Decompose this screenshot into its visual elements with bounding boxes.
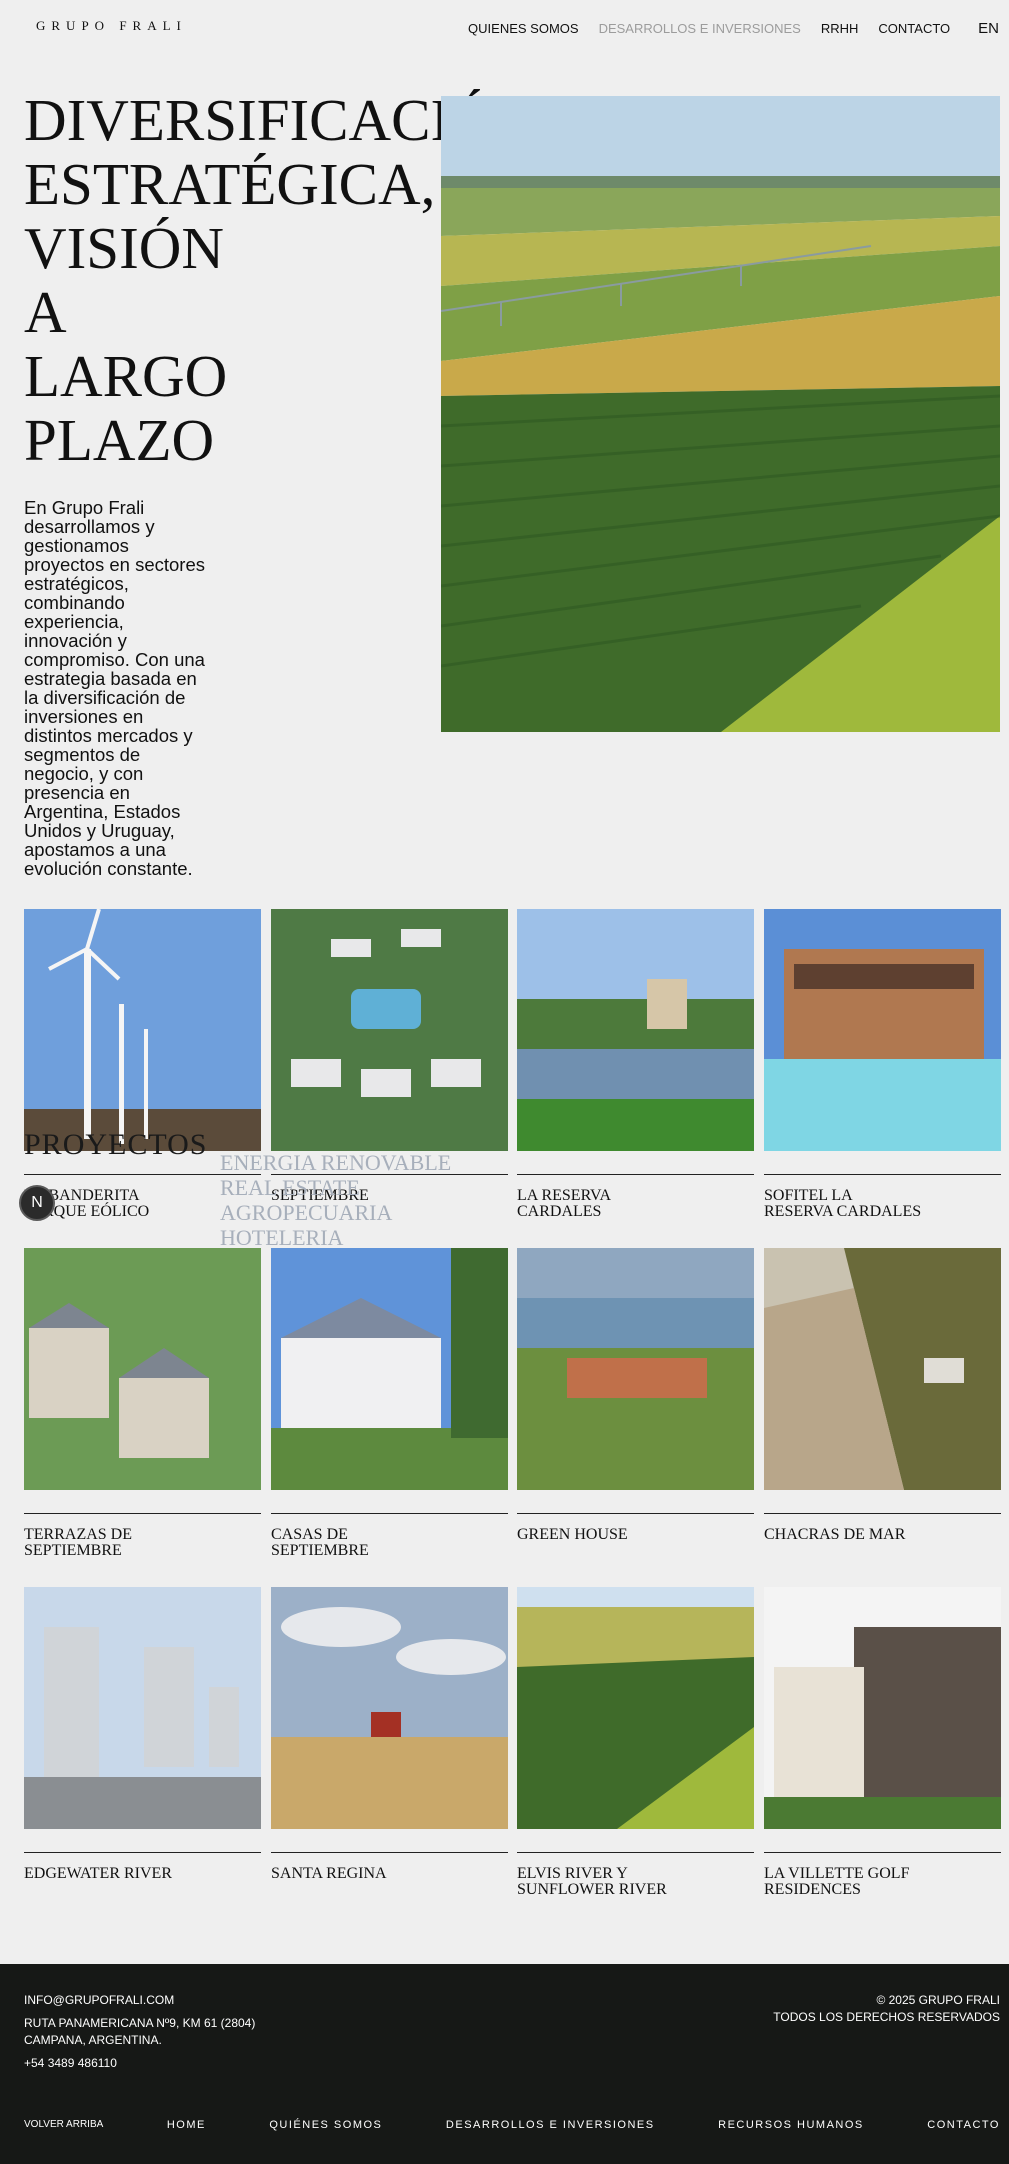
card-divider <box>764 1513 1001 1514</box>
card-divider <box>271 1852 508 1853</box>
card-divider <box>517 1513 754 1514</box>
dunes-image[interactable] <box>764 1248 1001 1490</box>
project-card[interactable]: LA VILLETTE GOLF RESIDENCES <box>764 1587 1001 1898</box>
lake-houses-image[interactable] <box>517 909 754 1151</box>
footer-address-2: CAMPANA, ARGENTINA. <box>24 2033 162 2047</box>
footer-contact: INFO@GRUPOFRALI.COM RUTA PANAMERICANA Nº… <box>24 1992 255 2072</box>
project-card[interactable]: LA RESERVA CARDALES <box>517 909 754 1220</box>
project-card[interactable]: ELVIS RIVER Y SUNFLOWER RIVER <box>517 1587 754 1898</box>
footer-nav-desarrollos[interactable]: DESARROLLOS E INVERSIONES <box>446 2119 655 2131</box>
project-filters: ENERGIA RENOVABLE REAL ESTATE AGROPECUAR… <box>220 1150 451 1250</box>
project-name[interactable]: SOFITEL LA RESERVA CARDALES <box>764 1188 1001 1220</box>
project-name[interactable]: SANTA REGINA <box>271 1866 508 1882</box>
project-name-line: LA RESERVA <box>517 1187 611 1204</box>
aerial-neighborhood-image[interactable] <box>271 909 508 1151</box>
project-name-line: SANTA REGINA <box>271 1865 387 1882</box>
project-name[interactable]: CHACRAS DE MAR <box>764 1527 1001 1543</box>
filter-hoteleria[interactable]: HOTELERIA <box>220 1225 451 1250</box>
nav-desarrollos[interactable]: DESARROLLOS E INVERSIONES <box>599 21 801 36</box>
language-switch[interactable]: EN <box>978 20 999 37</box>
project-card[interactable]: TERRAZAS DE SEPTIEMBRE <box>24 1248 261 1559</box>
harvester-image[interactable] <box>271 1587 508 1829</box>
project-name-line: SUNFLOWER RIVER <box>517 1881 667 1898</box>
footer-back-to-top[interactable]: VOLVER ARRIBA <box>24 2119 103 2131</box>
filter-agropecuaria[interactable]: AGROPECUARIA <box>220 1200 451 1225</box>
card-divider <box>24 1513 261 1514</box>
hero-title: DIVERSIFICACIÓN ESTRATÉGICA, VISIÓN A LA… <box>24 87 536 473</box>
hero-description: En Grupo Frali desarrollamos y gestionam… <box>24 498 205 879</box>
card-divider <box>764 1174 1001 1175</box>
project-name-line: SOFITEL LA <box>764 1187 853 1204</box>
footer-rights: TODOS LOS DERECHOS RESERVADOS <box>773 2010 1000 2024</box>
project-name[interactable]: LA RESERVA CARDALES <box>517 1188 754 1220</box>
project-name[interactable]: GREEN HOUSE <box>517 1527 754 1543</box>
card-divider <box>271 1513 508 1514</box>
footer-address-1: RUTA PANAMERICANA Nº9, KM 61 (2804) <box>24 2016 256 2030</box>
project-card[interactable]: SOFITEL LA RESERVA CARDALES <box>764 909 1001 1220</box>
project-name-line: ELVIS RIVER Y <box>517 1865 628 1882</box>
hero-title-line: PLAZO <box>24 407 215 473</box>
project-name-line: SEPTIEMBRE <box>24 1542 122 1559</box>
project-name-line: LA VILLETTE GOLF <box>764 1865 910 1882</box>
hero-farmland-image <box>441 96 1000 732</box>
footer-copyright: © 2025 GRUPO FRALI <box>876 1993 1000 2007</box>
project-card[interactable]: GREEN HOUSE <box>517 1248 754 1543</box>
site-footer: INFO@GRUPOFRALI.COM RUTA PANAMERICANA Nº… <box>0 1964 1009 2164</box>
project-name-line: EDGEWATER RIVER <box>24 1865 172 1882</box>
project-name-line: TERRAZAS DE <box>24 1526 132 1543</box>
footer-nav-rrhh[interactable]: RECURSOS HUMANOS <box>718 2119 864 2131</box>
project-name[interactable]: EDGEWATER RIVER <box>24 1866 261 1882</box>
footer-phone[interactable]: +54 3489 486110 <box>24 2055 255 2072</box>
stone-residence-image[interactable] <box>764 1587 1001 1829</box>
project-name-line: RESERVA CARDALES <box>764 1203 922 1220</box>
project-name-line: CHACRAS DE MAR <box>764 1526 906 1543</box>
project-name[interactable]: TERRAZAS DE SEPTIEMBRE <box>24 1527 261 1559</box>
project-name-line: SEPTIEMBRE <box>271 1542 369 1559</box>
project-name[interactable]: CASAS DE SEPTIEMBRE <box>271 1527 508 1559</box>
project-name-line: RESIDENCES <box>764 1881 861 1898</box>
project-name-line: CARDALES <box>517 1203 602 1220</box>
filter-energia-renovable[interactable]: ENERGIA RENOVABLE <box>220 1150 451 1175</box>
project-card[interactable]: CHACRAS DE MAR <box>764 1248 1001 1543</box>
project-card[interactable]: EDGEWATER RIVER <box>24 1587 261 1882</box>
filter-real-estate[interactable]: REAL ESTATE <box>220 1175 451 1200</box>
card-divider <box>24 1852 261 1853</box>
project-card[interactable]: CASAS DE SEPTIEMBRE <box>271 1248 508 1559</box>
footer-nav-home[interactable]: HOME <box>167 2119 206 2131</box>
footer-nav: VOLVER ARRIBA HOME QUIÉNES SOMOS DESARRO… <box>24 2119 1000 2131</box>
footer-legal: © 2025 GRUPO FRALI TODOS LOS DERECHOS RE… <box>773 1992 1000 2026</box>
site-logo[interactable]: GRUPO FRALI <box>36 18 187 34</box>
main-nav: QUIENES SOMOS DESARROLLOS E INVERSIONES … <box>468 20 1009 37</box>
project-card[interactable]: SANTA REGINA <box>271 1587 508 1882</box>
n-badge[interactable]: N <box>19 1185 55 1221</box>
townhouses-image[interactable] <box>24 1248 261 1490</box>
nav-contacto[interactable]: CONTACTO <box>878 21 950 36</box>
card-divider <box>517 1174 754 1175</box>
card-divider <box>517 1852 754 1853</box>
hero-title-line: ESTRATÉGICA, <box>24 151 436 217</box>
project-name[interactable]: ELVIS RIVER Y SUNFLOWER RIVER <box>517 1866 754 1898</box>
hotel-pool-image[interactable] <box>764 909 1001 1151</box>
hero-title-line: VISIÓN <box>24 215 224 281</box>
white-house-image[interactable] <box>271 1248 508 1490</box>
crop-fields-image[interactable] <box>517 1587 754 1829</box>
footer-nav-quienes-somos[interactable]: QUIÉNES SOMOS <box>269 2119 382 2131</box>
nav-quienes-somos[interactable]: QUIENES SOMOS <box>468 21 579 36</box>
towers-image[interactable] <box>24 1587 261 1829</box>
card-divider <box>764 1852 1001 1853</box>
project-name-line: GREEN HOUSE <box>517 1526 628 1543</box>
hero-title-line: DIVERSIFICACIÓN <box>24 87 536 153</box>
hero-title-line: LARGO <box>24 343 228 409</box>
wind-turbines-image[interactable] <box>24 909 261 1151</box>
hero-title-line: A <box>24 279 67 345</box>
footer-email[interactable]: INFO@GRUPOFRALI.COM <box>24 1992 255 2009</box>
projects-heading: PROYECTOS <box>24 1128 208 1161</box>
project-name-line: CASAS DE <box>271 1526 348 1543</box>
tennis-courts-image[interactable] <box>517 1248 754 1490</box>
project-name[interactable]: LA VILLETTE GOLF RESIDENCES <box>764 1866 1001 1898</box>
nav-rrhh[interactable]: RRHH <box>821 21 859 36</box>
footer-nav-contacto[interactable]: CONTACTO <box>927 2119 1000 2131</box>
